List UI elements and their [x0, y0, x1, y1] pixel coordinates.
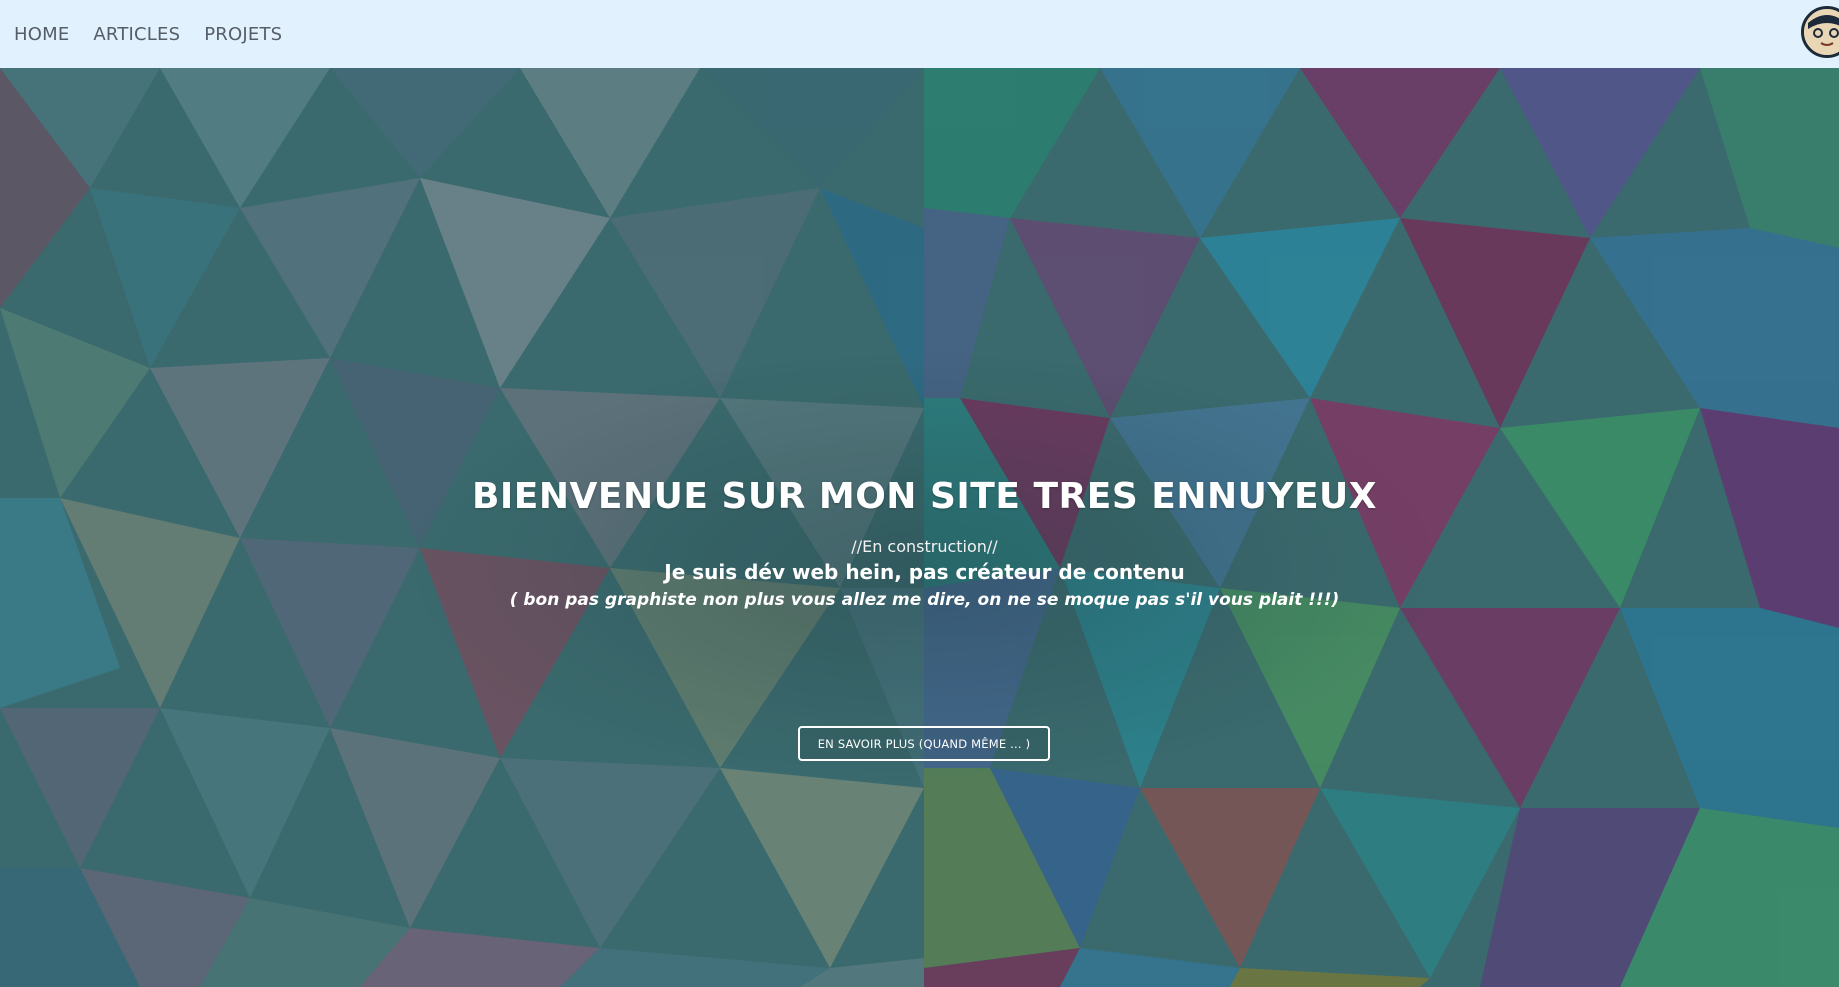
hero-subtitle: Je suis dév web hein, pas créateur de co… — [664, 560, 1185, 584]
learn-more-button[interactable]: EN SAVOIR PLUS (QUAND MÊME ... ) — [798, 726, 1050, 761]
top-navbar: HOME ARTICLES PROJETS — [0, 0, 1839, 68]
hero-section: BIENVENUE SUR MON SITE TRES ENNUYEUX //E… — [0, 68, 1839, 987]
nav-link-home[interactable]: HOME — [14, 24, 69, 45]
hero-content: BIENVENUE SUR MON SITE TRES ENNUYEUX //E… — [0, 68, 1839, 987]
avatar-face-icon — [1804, 9, 1839, 55]
nav-link-articles[interactable]: ARTICLES — [93, 24, 180, 45]
hero-title: BIENVENUE SUR MON SITE TRES ENNUYEUX — [471, 476, 1378, 517]
avatar[interactable] — [1801, 6, 1839, 58]
hero-note: ( bon pas graphiste non plus vous allez … — [509, 590, 1340, 610]
hero-status-text: //En construction// — [851, 537, 998, 556]
nav-link-projets[interactable]: PROJETS — [204, 24, 282, 45]
